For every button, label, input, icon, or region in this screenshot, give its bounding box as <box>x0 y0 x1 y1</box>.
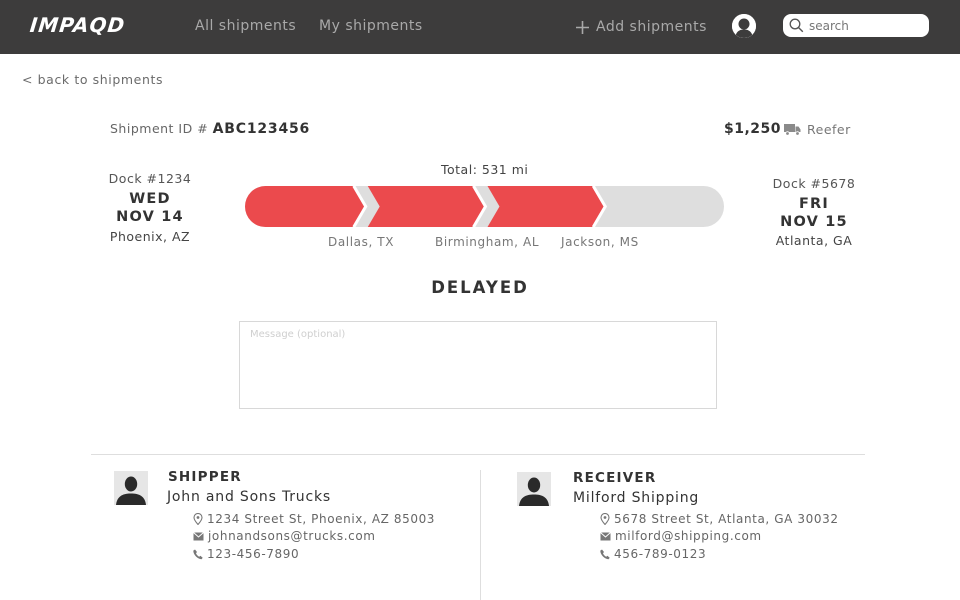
phone-icon <box>193 549 203 559</box>
top-navbar: IMPAQD All shipments My shipments Add sh… <box>0 0 960 54</box>
shipper-email: johnandsons@trucks.com <box>193 529 376 543</box>
search-icon <box>789 18 804 33</box>
equipment-type: Reefer <box>784 122 851 137</box>
shipment-status: DELAYED <box>431 278 529 297</box>
user-silhouette-icon <box>732 14 756 38</box>
nav-all-shipments[interactable]: All shipments <box>195 18 296 34</box>
envelope-icon <box>600 531 611 540</box>
shipment-id-label: Shipment ID # <box>110 121 209 136</box>
destination-day: FRI <box>798 196 830 212</box>
destination-city: Atlanta, GA <box>775 233 853 248</box>
person-icon <box>517 472 551 506</box>
shipper-email-text[interactable]: johnandsons@trucks.com <box>208 529 376 543</box>
search-box <box>783 14 929 37</box>
shipper-phone-text[interactable]: 123-456-7890 <box>207 547 299 561</box>
progress-segment <box>245 186 365 227</box>
progress-segment <box>367 186 485 227</box>
stop-city: Birmingham, AL <box>435 235 540 249</box>
receiver-name: Milford Shipping <box>573 490 700 506</box>
total-distance: Total: 531 mi <box>441 162 529 177</box>
plus-icon <box>576 20 589 34</box>
location-pin-icon <box>193 513 203 525</box>
app-logo[interactable]: IMPAQD <box>29 13 127 37</box>
destination-date: NOV 15 <box>780 214 848 230</box>
user-avatar[interactable] <box>732 14 756 38</box>
origin-dock: Dock #1234 <box>108 171 192 186</box>
message-input[interactable] <box>239 321 717 409</box>
origin-date: NOV 14 <box>116 209 184 225</box>
progress-segment <box>487 186 605 227</box>
shipper-address-text: 1234 Street St, Phoenix, AZ 85003 <box>207 512 436 526</box>
route-progress-bar <box>245 186 724 227</box>
receiver-address: 5678 Street St, Atlanta, GA 30032 <box>600 512 839 526</box>
receiver-phone-text[interactable]: 456-789-0123 <box>614 547 706 561</box>
location-pin-icon <box>600 513 610 525</box>
nav-my-shipments[interactable]: My shipments <box>319 18 423 34</box>
add-shipments-button[interactable]: Add shipments <box>575 16 707 38</box>
receiver-email-text[interactable]: milford@shipping.com <box>615 529 762 543</box>
stop-city: Dallas, TX <box>328 235 395 249</box>
shipper-heading: SHIPPER <box>168 469 242 485</box>
stop-city: Jackson, MS <box>561 235 639 249</box>
origin-day: WED <box>129 191 171 207</box>
shipment-id: Shipment ID # ABC123456 <box>110 121 310 137</box>
phone-icon <box>600 549 610 559</box>
destination-dock: Dock #5678 <box>772 176 856 191</box>
origin-city: Phoenix, AZ <box>109 229 191 244</box>
envelope-icon <box>193 531 204 540</box>
search-input[interactable] <box>809 18 919 33</box>
shipment-price: $1,250 <box>724 121 782 137</box>
add-shipments-label: Add shipments <box>596 19 707 35</box>
origin-stop: Dock #1234 WED NOV 14 Phoenix, AZ <box>100 171 200 244</box>
column-divider <box>480 470 481 600</box>
destination-stop: Dock #5678 FRI NOV 15 Atlanta, GA <box>763 176 865 248</box>
receiver-email: milford@shipping.com <box>600 529 762 543</box>
back-to-shipments-link[interactable]: < back to shipments <box>22 72 163 87</box>
equipment-label: Reefer <box>807 122 851 137</box>
receiver-phone: 456-789-0123 <box>600 547 706 561</box>
shipper-phone: 123-456-7890 <box>193 547 299 561</box>
shipper-name: John and Sons Trucks <box>167 489 331 505</box>
shipment-id-value: ABC123456 <box>212 121 311 137</box>
section-divider <box>91 454 865 455</box>
receiver-avatar <box>517 472 551 506</box>
truck-icon <box>784 124 801 136</box>
receiver-heading: RECEIVER <box>573 470 657 486</box>
person-icon <box>114 471 148 505</box>
shipper-address: 1234 Street St, Phoenix, AZ 85003 <box>193 512 435 526</box>
shipper-avatar <box>114 471 148 505</box>
receiver-address-text: 5678 Street St, Atlanta, GA 30032 <box>614 512 839 526</box>
